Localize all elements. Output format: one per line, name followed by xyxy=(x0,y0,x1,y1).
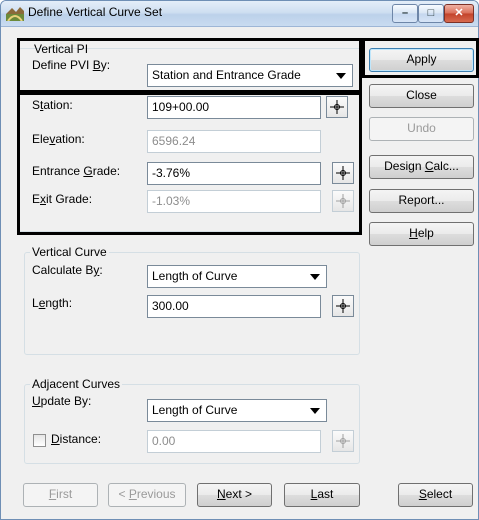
report-button[interactable]: Report... xyxy=(369,189,474,213)
design-calc-button[interactable]: Design Calc... xyxy=(369,155,474,179)
minimize-icon: – xyxy=(401,7,409,19)
first-button: First xyxy=(23,483,98,507)
minimize-button[interactable]: – xyxy=(392,4,418,23)
calculate-by-value: Length of Curve xyxy=(152,269,238,283)
adjacent-curves-label: Adjacent Curves xyxy=(30,377,123,391)
update-by-select[interactable]: Length of Curve xyxy=(147,399,327,422)
window-title: Define Vertical Curve Set xyxy=(28,5,163,19)
update-by-value: Length of Curve xyxy=(152,403,238,417)
close-icon: ✕ xyxy=(454,7,464,19)
vertical-curve-label: Vertical Curve xyxy=(30,245,109,259)
close-window-button[interactable]: ✕ xyxy=(444,4,474,23)
define-pvi-select[interactable]: Station and Entrance Grade xyxy=(147,64,353,87)
next-button[interactable]: Next > xyxy=(197,483,272,507)
maximize-icon: □ xyxy=(427,7,435,19)
define-pvi-value: Station and Entrance Grade xyxy=(152,68,301,82)
crosshair-icon xyxy=(336,434,350,448)
calculate-by-select[interactable]: Length of Curve xyxy=(147,265,327,288)
station-input[interactable]: 109+00.00 xyxy=(147,96,321,119)
last-button[interactable]: Last xyxy=(284,483,360,507)
maximize-button[interactable]: □ xyxy=(418,4,444,23)
elevation-label: Elevation: xyxy=(32,132,85,146)
apply-button[interactable]: Apply xyxy=(369,48,474,72)
distance-pick-button xyxy=(332,430,354,452)
previous-button: < Previous xyxy=(108,483,186,507)
length-input[interactable]: 300.00 xyxy=(147,295,321,318)
vertical-pi-label: Vertical PI xyxy=(34,42,89,56)
crosshair-icon xyxy=(330,100,344,114)
close-button[interactable]: Close xyxy=(369,84,474,108)
define-pvi-label: Define PVI By: xyxy=(32,58,111,72)
entrance-grade-pick-button[interactable] xyxy=(332,162,354,184)
exit-grade-input: -1.03% xyxy=(147,190,321,213)
help-button[interactable]: Help xyxy=(369,222,474,246)
calculate-by-label: Calculate By: xyxy=(32,263,103,277)
distance-label: Distance: xyxy=(51,432,102,446)
length-label: Length: xyxy=(32,296,73,310)
station-pick-button[interactable] xyxy=(326,96,348,118)
chevron-down-icon xyxy=(336,73,346,79)
entrance-grade-input[interactable]: -3.76% xyxy=(147,162,321,185)
elevation-input: 6596.24 xyxy=(147,130,321,153)
crosshair-icon xyxy=(336,194,350,208)
chevron-down-icon xyxy=(310,408,320,414)
crosshair-icon xyxy=(336,299,350,313)
select-button[interactable]: Select xyxy=(398,483,473,507)
entrance-grade-label: Entrance Grade: xyxy=(32,164,121,178)
chevron-down-icon xyxy=(310,274,320,280)
station-label: Station: xyxy=(32,98,73,112)
exit-grade-label: Exit Grade: xyxy=(32,192,93,206)
distance-checkbox[interactable] xyxy=(33,434,46,447)
crosshair-icon xyxy=(336,166,350,180)
exit-grade-pick-button xyxy=(332,190,354,212)
undo-button: Undo xyxy=(369,117,474,141)
update-by-label: Update By: xyxy=(32,394,92,408)
road-curve-icon xyxy=(6,5,24,22)
distance-input: 0.00 xyxy=(147,430,321,453)
length-pick-button[interactable] xyxy=(332,295,354,317)
